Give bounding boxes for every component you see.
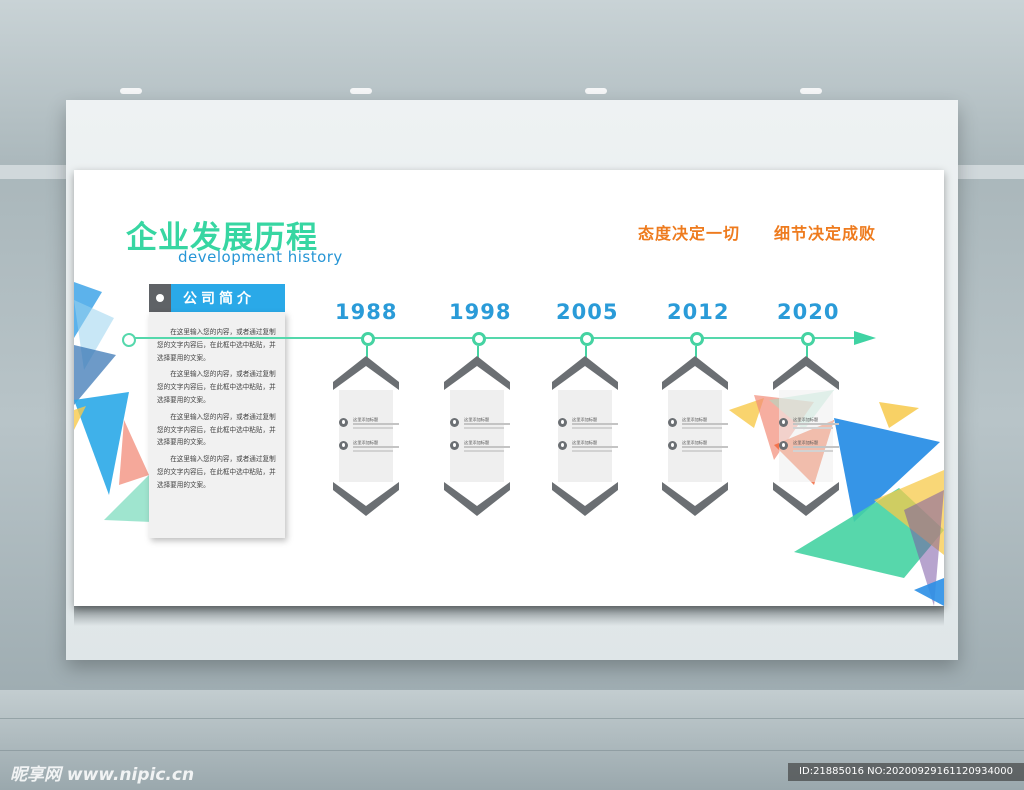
item-panel: [558, 390, 612, 482]
watermark-site: 昵享网 www.nipic.cn: [10, 765, 195, 785]
chevron-down-icon: [333, 482, 399, 516]
intro-paragraph: 在这里输入您的内容，或者通过复制您的文字内容后，在此框中选中粘贴，并选择要用的文…: [157, 455, 276, 489]
timeline-node: [801, 332, 815, 346]
intro-tab: 公司简介: [149, 284, 285, 312]
chevron-up-icon: [773, 356, 839, 390]
user-icon: [450, 441, 459, 450]
timeline-board: 企业发展历程 development history 态度决定一切 细节决定成败…: [74, 170, 944, 606]
chevron-up-icon: [444, 356, 510, 390]
ceiling-light: [350, 88, 372, 94]
chevron-up-icon: [333, 356, 399, 390]
intro-paragraph: 在这里输入您的内容，或者通过复制您的文字内容后，在此框中选中粘贴，并选择要用的文…: [157, 370, 276, 404]
user-icon: [450, 418, 459, 427]
chevron-down-icon: [773, 482, 839, 516]
pin-dot-icon: [156, 294, 164, 302]
ceiling-light: [120, 88, 142, 94]
slogan-detail: 细节决定成败: [774, 224, 877, 243]
timeline-item: 这里添加标题 这里添加标题: [662, 356, 728, 516]
intro-paragraph: 在这里输入您的内容，或者通过复制您的文字内容后，在此框中选中粘贴，并选择要用的文…: [157, 412, 276, 447]
item-panel: [779, 390, 833, 482]
deco-triangle: [119, 420, 149, 485]
item-panel: [668, 390, 722, 482]
chevron-up-icon: [662, 356, 728, 390]
timeline-node: [472, 332, 486, 346]
deco-triangle: [879, 402, 919, 428]
board-subtitle: development history: [178, 248, 343, 266]
year-label: 2020: [777, 300, 840, 324]
watermark-id: ID:21885016 NO:20200929161120934000: [788, 763, 1024, 781]
user-icon: [339, 418, 348, 427]
intro-text-box: 在这里输入您的内容，或者通过复制您的文字内容后，在此框中选中粘贴，并选择要用的文…: [149, 312, 285, 538]
board-shadow: [74, 606, 944, 626]
timeline-node: [580, 332, 594, 346]
user-icon: [779, 418, 788, 427]
timeline-item: 这里添加标题 这里添加标题: [333, 356, 399, 516]
user-icon: [668, 441, 677, 450]
timeline-node: [361, 332, 375, 346]
timeline-item: 这里添加标题 这里添加标题: [444, 356, 510, 516]
item-panel: [450, 390, 504, 482]
user-icon: [558, 441, 567, 450]
timeline-item: 这里添加标题 这里添加标题: [552, 356, 618, 516]
timeline-line: [126, 337, 859, 339]
user-icon: [779, 441, 788, 450]
user-icon: [339, 441, 348, 450]
timeline-item: 这里添加标题 这里添加标题: [773, 356, 839, 516]
intro-paragraph: 在这里输入您的内容，或者通过复制您的文字内容后，在此框中选中粘贴，并选择要用的文…: [157, 328, 276, 362]
intro-tab-label: 公司简介: [183, 291, 255, 307]
chevron-up-icon: [552, 356, 618, 390]
timeline-node: [690, 332, 704, 346]
year-label: 1998: [449, 300, 512, 324]
item-panel: [339, 390, 393, 482]
ceiling-light: [585, 88, 607, 94]
timeline-start-dot: [122, 333, 136, 347]
ceiling-light: [800, 88, 822, 94]
slogan-attitude: 态度决定一切: [638, 224, 741, 243]
intro-tab-pin: [149, 284, 171, 312]
year-label: 2012: [667, 300, 730, 324]
timeline-arrow-icon: [854, 331, 876, 345]
user-icon: [558, 418, 567, 427]
chevron-down-icon: [444, 482, 510, 516]
year-label: 2005: [556, 300, 619, 324]
user-icon: [668, 418, 677, 427]
chevron-down-icon: [552, 482, 618, 516]
chevron-down-icon: [662, 482, 728, 516]
year-label: 1988: [335, 300, 398, 324]
